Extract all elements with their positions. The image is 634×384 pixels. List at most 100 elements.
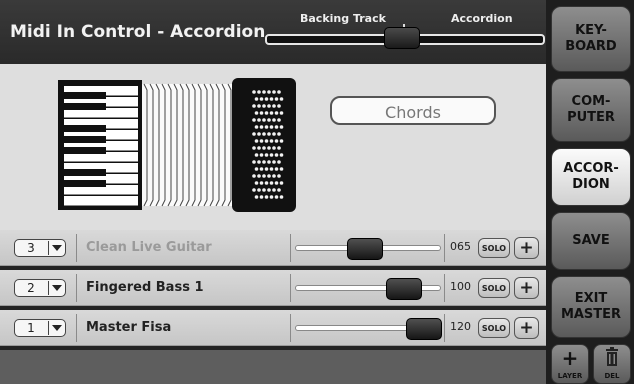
right-panel: KEY- BOARD COM- PUTER ACCOR- DION SAVE E… (546, 0, 634, 384)
accordion-treble-button (269, 181, 274, 185)
accordion-treble-button (274, 97, 279, 101)
volume-slider-thumb[interactable] (346, 238, 383, 260)
divider (76, 314, 77, 342)
divider (76, 274, 77, 302)
accordion-treble-button (274, 153, 279, 157)
delete-layer-button[interactable]: DEL (593, 344, 631, 384)
accordion-treble-button (277, 146, 281, 150)
trash-icon (594, 347, 630, 371)
divider (290, 314, 291, 342)
add-button[interactable]: + (514, 237, 539, 259)
exit-master-button[interactable]: EXIT MASTER (551, 276, 631, 338)
main-panel: Chords (0, 64, 546, 230)
balance-slider-thumb[interactable] (384, 27, 420, 49)
accordion-treble-button (277, 118, 281, 122)
accordion-treble-button (257, 174, 261, 178)
accordion-treble-button (257, 188, 261, 192)
accordion-treble-button (264, 195, 269, 199)
accordion-treble-button (259, 125, 264, 129)
accordion-treble-button (274, 125, 279, 129)
accordion-treble-button (264, 167, 269, 171)
accordion-treble-button (277, 90, 281, 94)
chevron-down-icon[interactable] (48, 281, 64, 295)
add-button[interactable]: + (514, 277, 539, 299)
volume-slider-thumb[interactable] (406, 318, 442, 340)
accordion-treble-button (252, 160, 256, 164)
accordion-treble-button (257, 104, 261, 108)
accordion-button[interactable]: ACCOR- DION (551, 148, 631, 206)
footer-bar (0, 350, 546, 384)
add-button[interactable]: + (514, 317, 539, 339)
mode-field[interactable]: Chords (330, 96, 496, 125)
accordion-treble-button (279, 125, 284, 129)
solo-button[interactable]: SOLO (478, 278, 510, 298)
chevron-down-icon[interactable] (48, 321, 64, 335)
accordion-treble-button (269, 167, 274, 171)
solo-button[interactable]: SOLO (478, 238, 510, 258)
accordion-treble-button (252, 132, 256, 136)
accordion-treble-button (274, 139, 279, 143)
accordion-treble-button (272, 118, 276, 122)
accordion-treble-button (254, 139, 259, 143)
accordion-treble-button (252, 118, 256, 122)
accordion-treble-button (252, 146, 256, 150)
balance-right-label: Accordion (451, 12, 513, 25)
accordion-treble-button (269, 125, 274, 129)
volume-slider-thumb[interactable] (386, 278, 423, 300)
accordion-treble-button (272, 104, 276, 108)
accordion-black-key (64, 125, 106, 132)
accordion-treble-button (254, 111, 259, 115)
accordion-treble-button (257, 118, 261, 122)
divider (444, 314, 445, 342)
accordion-white-key (64, 196, 138, 206)
accordion-treble-button (264, 111, 269, 115)
accordion-treble-button (264, 153, 269, 157)
accordion-treble-button (279, 195, 284, 199)
layer-row[interactable]: 2 Fingered Bass 1 100 SOLO + (0, 270, 546, 306)
accordion-treble-button (254, 125, 259, 129)
header: Midi In Control - Accordion Backing Trac… (0, 0, 546, 64)
accordion-treble-button (264, 139, 269, 143)
accordion-treble-button (264, 181, 269, 185)
channel-select[interactable]: 3 (14, 239, 66, 257)
accordion-treble-button (252, 188, 256, 192)
accordion-treble-button (279, 167, 284, 171)
accordion-treble-button (269, 97, 274, 101)
accordion-treble-button (259, 153, 264, 157)
balance-left-label: Backing Track (300, 12, 386, 25)
computer-button[interactable]: COM- PUTER (551, 78, 631, 142)
accordion-treble-button (264, 125, 269, 129)
save-button[interactable]: SAVE (551, 212, 631, 270)
accordion-treble-button (254, 153, 259, 157)
accordion-treble-button (277, 132, 281, 136)
accordion-black-key (64, 103, 106, 110)
accordion-treble-button (274, 167, 279, 171)
divider (444, 274, 445, 302)
accordion-treble-button (252, 174, 256, 178)
accordion-treble-button (254, 195, 259, 199)
accordion-treble-button (257, 160, 261, 164)
accordion-treble-button (262, 90, 266, 94)
add-layer-button[interactable]: + LAYER (551, 344, 589, 384)
accordion-treble-button (257, 146, 261, 150)
accordion-treble-button (279, 181, 284, 185)
instrument-name[interactable]: Clean Live Guitar (86, 240, 212, 255)
accordion-treble-button (279, 111, 284, 115)
solo-button[interactable]: SOLO (478, 318, 510, 338)
accordion-treble-button (274, 181, 279, 185)
accordion-treble-button (262, 188, 266, 192)
channel-select[interactable]: 2 (14, 279, 66, 297)
keyboard-button[interactable]: KEY- BOARD (551, 6, 631, 72)
layer-row[interactable]: 3 Clean Live Guitar 065 SOLO + (0, 230, 546, 266)
channel-select[interactable]: 1 (14, 319, 66, 337)
divider (444, 234, 445, 262)
accordion-treble-button (272, 146, 276, 150)
chevron-down-icon[interactable] (48, 241, 64, 255)
instrument-name[interactable]: Master Fisa (86, 320, 171, 335)
instrument-name[interactable]: Fingered Bass 1 (86, 280, 204, 295)
accordion-icon (58, 78, 296, 212)
accordion-treble-button (267, 188, 271, 192)
layer-row[interactable]: 1 Master Fisa 120 SOLO + (0, 310, 546, 346)
accordion-treble-button (267, 160, 271, 164)
accordion-treble-button (259, 195, 264, 199)
